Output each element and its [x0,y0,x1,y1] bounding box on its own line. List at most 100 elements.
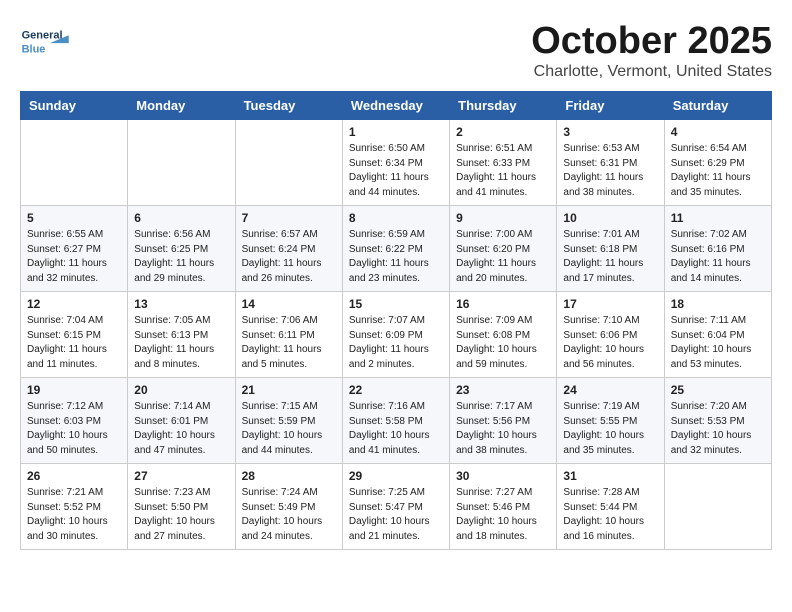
calendar-cell: 30 Sunrise: 7:27 AM Sunset: 5:46 PM Dayli… [450,464,557,550]
calendar-cell: 15 Sunrise: 7:07 AM Sunset: 6:09 PM Dayli… [342,292,449,378]
day-info: Sunrise: 7:21 AM Sunset: 5:52 PM Dayligh… [27,486,121,544]
day-number: 10 [563,211,657,225]
day-number: 4 [671,125,765,139]
day-info: Sunrise: 7:06 AM Sunset: 6:11 PM Dayligh… [242,314,336,372]
weekday-header-monday: Monday [128,92,235,120]
weekday-header-saturday: Saturday [664,92,771,120]
svg-text:General: General [22,29,63,41]
calendar-header-row: SundayMondayTuesdayWednesdayThursdayFrid… [21,92,772,120]
day-info: Sunrise: 7:09 AM Sunset: 6:08 PM Dayligh… [456,314,550,372]
calendar-cell: 16 Sunrise: 7:09 AM Sunset: 6:08 PM Dayli… [450,292,557,378]
day-info: Sunrise: 7:19 AM Sunset: 5:55 PM Dayligh… [563,400,657,458]
day-number: 16 [456,297,550,311]
calendar-cell: 28Sunrise: 7:24 AM Sunset: 5:49 PM Dayli… [235,464,342,550]
calendar-cell: 25Sunrise: 7:20 AM Sunset: 5:53 PM Dayli… [664,378,771,464]
calendar-cell: 27 Sunrise: 7:23 AM Sunset: 5:50 PM Dayli… [128,464,235,550]
calendar-week-2: 5Sunrise: 6:55 AM Sunset: 6:27 PM Daylig… [21,206,772,292]
calendar-cell: 24 Sunrise: 7:19 AM Sunset: 5:55 PM Dayli… [557,378,664,464]
day-info: Sunrise: 6:50 AM Sunset: 6:34 PM Dayligh… [349,142,443,200]
day-number: 24 [563,383,657,397]
calendar-table: SundayMondayTuesdayWednesdayThursdayFrid… [20,91,772,550]
day-info: Sunrise: 6:56 AM Sunset: 6:25 PM Dayligh… [134,228,228,286]
calendar-cell: 12 Sunrise: 7:04 AM Sunset: 6:15 PM Dayli… [21,292,128,378]
day-number: 9 [456,211,550,225]
day-info: Sunrise: 6:54 AM Sunset: 6:29 PM Dayligh… [671,142,765,200]
weekday-header-wednesday: Wednesday [342,92,449,120]
calendar-cell: 5Sunrise: 6:55 AM Sunset: 6:27 PM Daylig… [21,206,128,292]
day-number: 28 [242,469,336,483]
calendar-week-3: 12 Sunrise: 7:04 AM Sunset: 6:15 PM Dayli… [21,292,772,378]
day-info: Sunrise: 7:02 AM Sunset: 6:16 PM Dayligh… [671,228,765,286]
day-number: 7 [242,211,336,225]
day-number: 18 [671,297,765,311]
day-info: Sunrise: 7:15 AM Sunset: 5:59 PM Dayligh… [242,400,336,458]
day-number: 22 [349,383,443,397]
day-info: Sunrise: 7:12 AM Sunset: 6:03 PM Dayligh… [27,400,121,458]
day-info: Sunrise: 7:28 AM Sunset: 5:44 PM Dayligh… [563,486,657,544]
calendar-cell: 21 Sunrise: 7:15 AM Sunset: 5:59 PM Dayli… [235,378,342,464]
day-number: 25 [671,383,765,397]
day-number: 13 [134,297,228,311]
day-info: Sunrise: 7:27 AM Sunset: 5:46 PM Dayligh… [456,486,550,544]
day-info: Sunrise: 7:10 AM Sunset: 6:06 PM Dayligh… [563,314,657,372]
day-number: 21 [242,383,336,397]
day-info: Sunrise: 7:07 AM Sunset: 6:09 PM Dayligh… [349,314,443,372]
day-number: 26 [27,469,121,483]
day-info: Sunrise: 7:04 AM Sunset: 6:15 PM Dayligh… [27,314,121,372]
calendar-cell: 8 Sunrise: 6:59 AM Sunset: 6:22 PM Daylig… [342,206,449,292]
weekday-header-friday: Friday [557,92,664,120]
weekday-header-thursday: Thursday [450,92,557,120]
calendar-cell: 18 Sunrise: 7:11 AM Sunset: 6:04 PM Dayli… [664,292,771,378]
day-number: 1 [349,125,443,139]
day-info: Sunrise: 7:11 AM Sunset: 6:04 PM Dayligh… [671,314,765,372]
day-number: 29 [349,469,443,483]
day-number: 8 [349,211,443,225]
calendar-cell: 4 Sunrise: 6:54 AM Sunset: 6:29 PM Daylig… [664,120,771,206]
month-title: October 2025 [531,20,772,63]
day-number: 2 [456,125,550,139]
page-header: General Blue October 2025 Charlotte, Ver… [20,20,772,81]
calendar-cell: 29Sunrise: 7:25 AM Sunset: 5:47 PM Dayli… [342,464,449,550]
calendar-cell: 23 Sunrise: 7:17 AM Sunset: 5:56 PM Dayli… [450,378,557,464]
calendar-cell: 6Sunrise: 6:56 AM Sunset: 6:25 PM Daylig… [128,206,235,292]
day-number: 12 [27,297,121,311]
calendar-cell: 1 Sunrise: 6:50 AM Sunset: 6:34 PM Daylig… [342,120,449,206]
day-number: 23 [456,383,550,397]
day-number: 19 [27,383,121,397]
svg-text:Blue: Blue [22,44,46,56]
calendar-cell [128,120,235,206]
calendar-cell: 9 Sunrise: 7:00 AM Sunset: 6:20 PM Daylig… [450,206,557,292]
calendar-cell: 11Sunrise: 7:02 AM Sunset: 6:16 PM Dayli… [664,206,771,292]
logo-icon: General Blue [20,20,75,60]
day-info: Sunrise: 6:55 AM Sunset: 6:27 PM Dayligh… [27,228,121,286]
calendar-cell: 3Sunrise: 6:53 AM Sunset: 6:31 PM Daylig… [557,120,664,206]
calendar-cell [235,120,342,206]
day-info: Sunrise: 7:23 AM Sunset: 5:50 PM Dayligh… [134,486,228,544]
day-info: Sunrise: 6:57 AM Sunset: 6:24 PM Dayligh… [242,228,336,286]
day-info: Sunrise: 7:05 AM Sunset: 6:13 PM Dayligh… [134,314,228,372]
calendar-cell: 26 Sunrise: 7:21 AM Sunset: 5:52 PM Dayli… [21,464,128,550]
day-info: Sunrise: 7:00 AM Sunset: 6:20 PM Dayligh… [456,228,550,286]
day-number: 15 [349,297,443,311]
day-info: Sunrise: 7:17 AM Sunset: 5:56 PM Dayligh… [456,400,550,458]
day-info: Sunrise: 7:01 AM Sunset: 6:18 PM Dayligh… [563,228,657,286]
weekday-header-sunday: Sunday [21,92,128,120]
calendar-cell: 7 Sunrise: 6:57 AM Sunset: 6:24 PM Daylig… [235,206,342,292]
location: Charlotte, Vermont, United States [531,63,772,81]
calendar-week-4: 19 Sunrise: 7:12 AM Sunset: 6:03 PM Dayli… [21,378,772,464]
day-number: 27 [134,469,228,483]
day-number: 30 [456,469,550,483]
day-info: Sunrise: 6:59 AM Sunset: 6:22 PM Dayligh… [349,228,443,286]
calendar-cell: 2Sunrise: 6:51 AM Sunset: 6:33 PM Daylig… [450,120,557,206]
calendar-cell [21,120,128,206]
day-number: 14 [242,297,336,311]
calendar-cell: 14 Sunrise: 7:06 AM Sunset: 6:11 PM Dayli… [235,292,342,378]
calendar-cell: 13 Sunrise: 7:05 AM Sunset: 6:13 PM Dayli… [128,292,235,378]
calendar-cell: 19 Sunrise: 7:12 AM Sunset: 6:03 PM Dayli… [21,378,128,464]
calendar-week-5: 26 Sunrise: 7:21 AM Sunset: 5:52 PM Dayli… [21,464,772,550]
day-info: Sunrise: 7:14 AM Sunset: 6:01 PM Dayligh… [134,400,228,458]
calendar-cell [664,464,771,550]
day-number: 17 [563,297,657,311]
day-number: 31 [563,469,657,483]
calendar-cell: 20Sunrise: 7:14 AM Sunset: 6:01 PM Dayli… [128,378,235,464]
